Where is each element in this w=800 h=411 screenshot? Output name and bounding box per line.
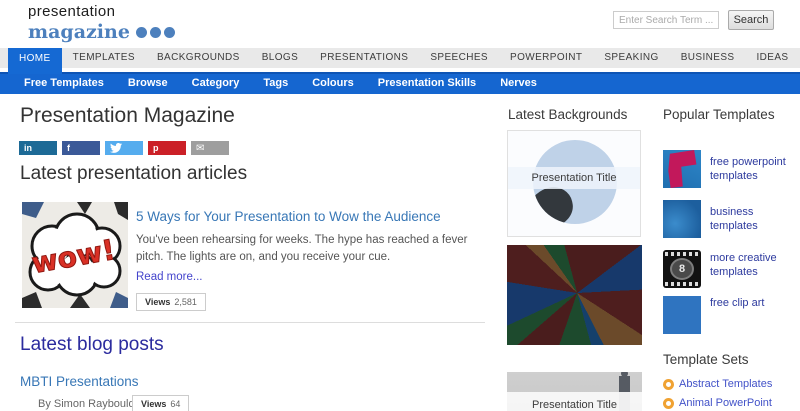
search-input[interactable]: [613, 11, 719, 29]
background-thumbnail-3[interactable]: Presentation Title: [507, 372, 642, 411]
page-title: Presentation Magazine: [20, 104, 235, 127]
article-excerpt: You've been rehearsing for weeks. The hy…: [136, 234, 468, 263]
free-clip-art-link[interactable]: free clip art: [710, 296, 800, 310]
subnav-colours[interactable]: Colours: [300, 74, 366, 94]
nav-item-business[interactable]: BUSINESS: [670, 48, 746, 68]
background-thumbnail-1[interactable]: Presentation Title: [507, 130, 641, 237]
section-divider: [15, 322, 485, 323]
animal-powerpoint-link[interactable]: Animal PowerPoint: [663, 397, 772, 409]
subnav-tags[interactable]: Tags: [251, 74, 300, 94]
nav-item-home[interactable]: HOME: [8, 48, 62, 74]
nav-item-templates[interactable]: TEMPLATES: [62, 48, 146, 68]
article-title-link[interactable]: 5 Ways for Your Presentation to Wow the …: [136, 209, 441, 224]
twitter-share-icon[interactable]: [105, 141, 143, 155]
film-perforations: [665, 282, 699, 286]
social-share-row: in f p ✉: [19, 141, 229, 155]
backgrounds-sidebar-heading: Latest Backgrounds: [508, 107, 628, 122]
slide-title-band: Presentation Title: [507, 392, 642, 411]
orange-bullet-icon: [663, 378, 674, 390]
free-powerpoint-templates-thumb[interactable]: [663, 150, 701, 188]
business-templates-link[interactable]: business templates: [710, 205, 800, 234]
creative-templates-link[interactable]: more creative templates: [710, 251, 800, 280]
abstract-templates-link[interactable]: Abstract Templates: [663, 378, 772, 390]
subnav-category[interactable]: Category: [180, 74, 252, 94]
sub-navbar: Free Templates Browse Category Tags Colo…: [0, 72, 800, 94]
free-powerpoint-templates-link[interactable]: free powerpoint templates: [710, 155, 800, 184]
email-share-icon[interactable]: ✉: [191, 141, 229, 155]
logo-dots-icon: [135, 26, 175, 38]
blog-post-byline: By Simon Raybould: [38, 398, 135, 410]
nav-item-ideas[interactable]: IDEAS: [745, 48, 799, 68]
nav-item-speaking[interactable]: SPEAKING: [593, 48, 669, 68]
subnav-free-templates[interactable]: Free Templates: [12, 74, 116, 94]
free-clip-art-thumb[interactable]: [663, 296, 701, 334]
logo-line1: presentation: [28, 3, 116, 20]
main-navbar: HOME TEMPLATES BACKGROUNDS BLOGS PRESENT…: [0, 48, 800, 74]
facebook-share-icon[interactable]: f: [62, 141, 100, 155]
rock-graphic: [533, 183, 577, 224]
film-countdown-number: 8: [670, 258, 694, 280]
blog-section-heading: Latest blog posts: [20, 334, 164, 355]
abstract-shape-graphic: [668, 150, 697, 188]
subnav-browse[interactable]: Browse: [116, 74, 180, 94]
subnav-nerves[interactable]: Nerves: [488, 74, 549, 94]
popular-templates-heading: Popular Templates: [663, 107, 775, 122]
nav-item-blogs[interactable]: BLOGS: [251, 48, 309, 68]
search-button[interactable]: Search: [728, 10, 774, 30]
read-more-link[interactable]: Read more...: [136, 271, 202, 283]
linkedin-share-icon[interactable]: in: [19, 141, 57, 155]
articles-section-heading: Latest presentation articles: [20, 163, 248, 184]
logo-line2: magazine: [28, 21, 175, 43]
article-thumbnail-wow[interactable]: wow!: [22, 202, 128, 308]
template-sets-heading: Template Sets: [663, 352, 749, 367]
page: presentation magazine Search HOME TEMPLA…: [0, 0, 800, 411]
nav-item-speeches[interactable]: SPEECHES: [419, 48, 499, 68]
film-perforations: [665, 252, 699, 256]
subnav-presentation-skills[interactable]: Presentation Skills: [366, 74, 488, 94]
creative-templates-thumb[interactable]: 8: [663, 250, 701, 288]
background-thumbnail-2-starburst[interactable]: [507, 245, 642, 345]
nav-item-powerpoint[interactable]: POWERPOINT: [499, 48, 593, 68]
nav-item-presentations[interactable]: PRESENTATIONS: [309, 48, 419, 68]
blog-post-title-link[interactable]: MBTI Presentations: [20, 374, 139, 389]
orange-bullet-icon: [663, 397, 674, 409]
business-templates-thumb[interactable]: [663, 200, 701, 238]
article-views-badge: Views 2,581: [136, 293, 206, 311]
slide-title-band: Presentation Title: [508, 167, 640, 189]
nav-item-backgrounds[interactable]: BACKGROUNDS: [146, 48, 251, 68]
pinterest-share-icon[interactable]: p: [148, 141, 186, 155]
site-logo[interactable]: presentation magazine: [28, 3, 175, 43]
blog-views-badge: Views 64: [132, 395, 190, 411]
